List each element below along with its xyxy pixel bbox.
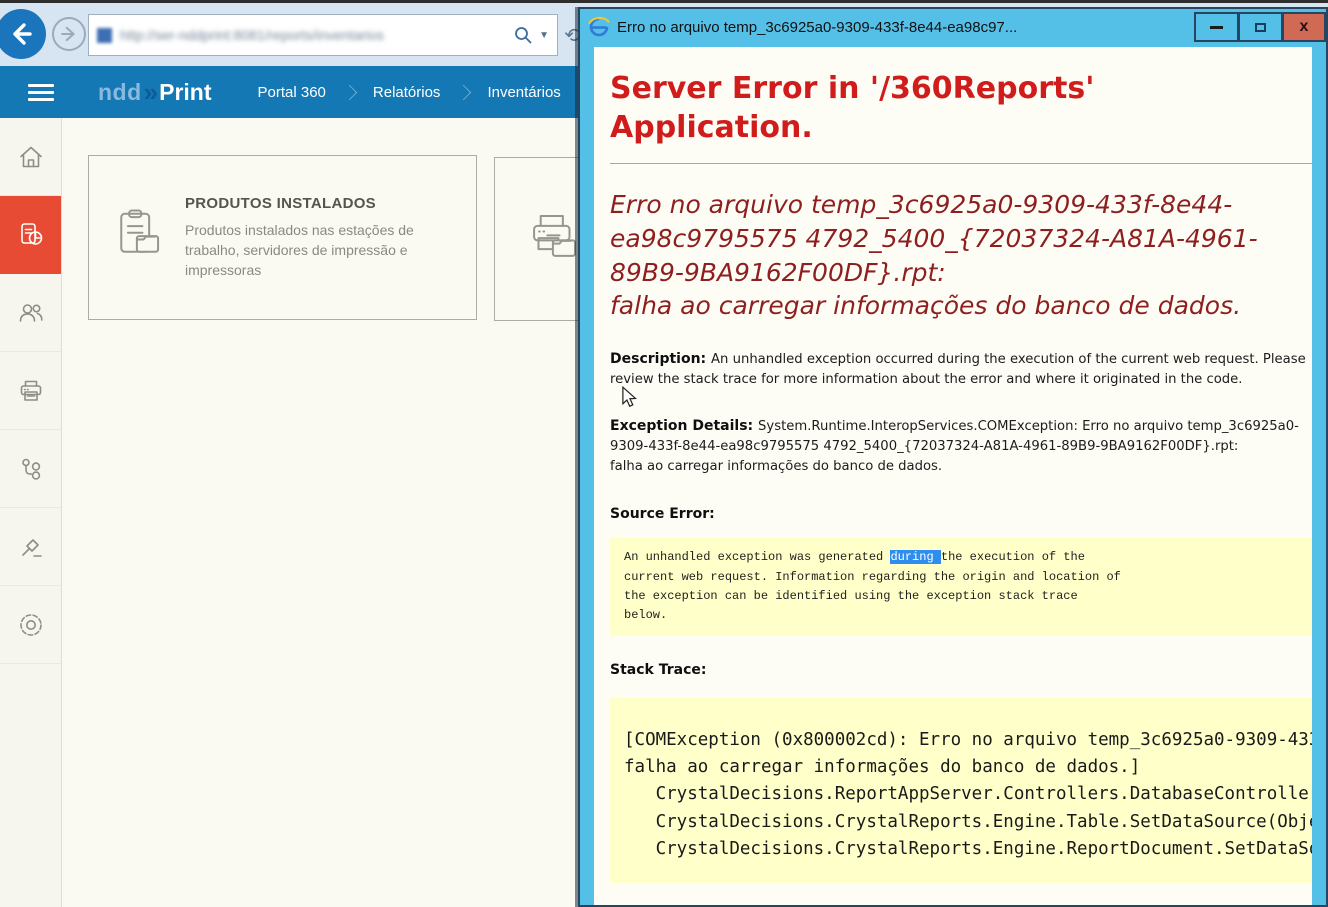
back-button[interactable] [0,9,46,59]
minimize-button[interactable] [1194,12,1238,42]
breadcrumb-inventarios[interactable]: Inventários [471,84,576,101]
divider [610,163,1312,164]
exception-paragraph: Exception Details: System.Runtime.Intero… [610,416,1312,477]
address-url[interactable]: http://ser-nddprint:8081/reports/inventa… [120,27,513,43]
card-title: PRODUTOS INSTALADOS [185,195,447,212]
close-button[interactable]: x [1282,12,1326,42]
forward-button[interactable] [52,17,86,51]
source-error-heading: Source Error: [610,504,1312,525]
sidebar [0,118,62,907]
popup-titlebar[interactable]: Erro no arquivo temp_3c6925a0-9309-433f-… [580,9,1326,45]
popup-title: Erro no arquivo temp_3c6925a0-9309-433f-… [617,19,1194,36]
forward-arrow-icon [59,24,79,44]
back-arrow-icon [8,21,34,47]
description-paragraph: Description: An unhandled exception occu… [610,349,1312,390]
breadcrumb-portal360[interactable]: Portal 360 [242,84,342,101]
breadcrumb-relatorios[interactable]: Relatórios [357,84,457,101]
sidebar-item-settings[interactable] [0,586,61,664]
clipboard-folder-icon [109,206,167,269]
breadcrumb: Portal 360 Relatórios Inventários [242,84,577,101]
chevron-right-icon [456,84,472,100]
card-text-block: PRODUTOS INSTALADOS Produtos instalados … [185,195,447,281]
gear-icon [16,610,46,640]
exception-label: Exception Details: [610,418,758,434]
maximize-button[interactable] [1238,12,1282,42]
chevron-right-icon [342,84,358,100]
card-produtos-instalados[interactable]: PRODUTOS INSTALADOS Produtos instalados … [88,155,477,320]
search-icon[interactable] [513,25,533,45]
stack-trace-box: [COMException (0x800002cd): Erro no arqu… [610,697,1312,883]
source-error-box: An unhandled exception was generated dur… [610,537,1312,636]
menu-hamburger-icon[interactable] [28,80,54,105]
nddprint-logo: ndd » Print [98,77,212,108]
users-icon [17,299,45,327]
printer-folder-icon [523,208,585,271]
logo-print: Print [159,79,211,106]
site-favicon [97,28,112,43]
error-subheading: Erro no arquivo temp_3c6925a0-9309-433f-… [610,188,1312,323]
sidebar-item-reports[interactable] [0,196,61,274]
gavel-icon [17,533,45,561]
source-error-before: An unhandled exception was generated [624,550,890,564]
card-description: Produtos instalados nas estações de trab… [185,220,447,281]
home-icon [17,143,45,171]
search-dropdown-icon[interactable]: ▼ [539,30,549,41]
printer-icon [17,377,45,405]
selected-text: during [890,550,940,564]
sidebar-item-printers[interactable] [0,352,61,430]
sidebar-item-hierarchy[interactable] [0,430,61,508]
reports-icon [16,220,46,250]
sidebar-item-audit[interactable] [0,508,61,586]
internet-explorer-icon [588,16,610,38]
logo-ndd: ndd [98,79,142,106]
logo-chevrons: » [144,77,158,108]
sidebar-item-home[interactable] [0,118,61,196]
mouse-cursor [620,386,638,408]
stack-trace-heading: Stack Trace: [610,660,1312,681]
maximize-icon [1255,23,1266,32]
sidebar-item-users[interactable] [0,274,61,352]
address-bar[interactable]: http://ser-nddprint:8081/reports/inventa… [88,14,558,56]
error-heading: Server Error in '/360Reports' Applicatio… [610,69,1270,147]
error-page: Server Error in '/360Reports' Applicatio… [594,47,1312,905]
minimize-icon [1210,26,1223,29]
description-label: Description: [610,351,711,367]
error-popup-window: Erro no arquivo temp_3c6925a0-9309-433f-… [578,7,1328,907]
hierarchy-icon [17,455,45,483]
description-text: An unhandled exception occurred during t… [610,352,1310,387]
